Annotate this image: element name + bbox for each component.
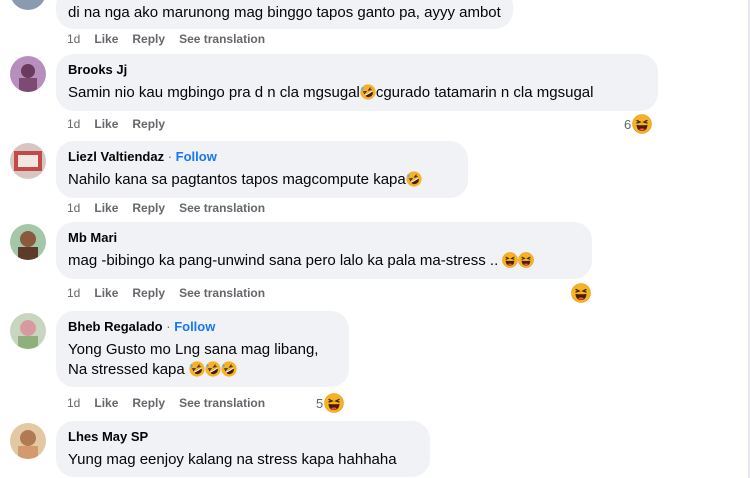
laughing-emoji-icon (632, 114, 652, 134)
comment-author[interactable]: Brooks Jj (68, 61, 646, 78)
follow-button[interactable]: Follow (174, 319, 215, 334)
reaction-count[interactable] (571, 283, 591, 303)
follow-button[interactable]: Follow (176, 149, 217, 164)
avatar[interactable] (10, 0, 46, 10)
see-translation-link[interactable]: See translation (179, 396, 265, 410)
comment-text: di na nga ako marunong mag binggo tapos … (68, 4, 501, 21)
like-button[interactable]: Like (94, 201, 118, 215)
laughing-emoji-icon (502, 252, 518, 268)
laughing-emoji-icon (221, 361, 237, 377)
laughing-emoji-icon (406, 171, 422, 187)
laughing-emoji-icon (360, 84, 376, 100)
comment-bubble: Bheb Regalado · Follow Yong Gusto mo Lng… (56, 311, 349, 387)
comment-actions: 1d Like Reply See translation (67, 31, 279, 47)
comment-text: mag -bibingo ka pang-unwind sana pero la… (68, 251, 580, 271)
comment-bubble: Brooks Jj Samin nio kau mgbingo pra d n … (56, 54, 658, 111)
see-translation-link[interactable]: See translation (179, 32, 265, 46)
comment-time[interactable]: 1d (67, 32, 80, 46)
avatar[interactable] (10, 224, 46, 260)
avatar[interactable] (10, 423, 46, 459)
avatar[interactable] (10, 143, 46, 179)
comment-text: Yong Gusto mo Lng sana mag libang, Na st… (68, 341, 319, 378)
laughing-emoji-icon (205, 361, 221, 377)
comment-text: Samin nio kau mgbingo pra d n cla mgsuga… (68, 84, 594, 101)
reply-button[interactable]: Reply (132, 117, 165, 131)
comment-actions: 1d Like Reply (67, 116, 179, 132)
comment-author[interactable]: Lhes May SP (68, 428, 418, 445)
comment-text: Nahilo kana sa pagtantos tapos magcomput… (68, 170, 456, 190)
comment-author[interactable]: Mb Mari (68, 229, 580, 246)
comment-author: Liezl Valtiendaz · Follow (68, 149, 217, 164)
see-translation-link[interactable]: See translation (179, 201, 265, 215)
reply-button[interactable]: Reply (132, 201, 165, 215)
comment-actions: 1d Like Reply See translation (67, 395, 279, 411)
reply-button[interactable]: Reply (132, 396, 165, 410)
avatar[interactable] (10, 313, 46, 349)
like-button[interactable]: Like (94, 117, 118, 131)
reply-button[interactable]: Reply (132, 286, 165, 300)
like-button[interactable]: Like (94, 286, 118, 300)
like-button[interactable]: Like (94, 396, 118, 410)
like-button[interactable]: Like (94, 32, 118, 46)
laughing-emoji-icon (571, 283, 591, 303)
comment-time[interactable]: 1d (67, 117, 80, 131)
comment-time[interactable]: 1d (67, 286, 80, 300)
comment-bubble: Mb Mari mag -bibingo ka pang-unwind sana… (56, 222, 592, 279)
comment-bubble: Liezl Valtiendaz · Follow Nahilo kana sa… (56, 141, 468, 198)
laughing-emoji-icon (518, 252, 534, 268)
comment-author: Bheb Regalado · Follow (68, 319, 216, 334)
laughing-emoji-icon (324, 393, 344, 413)
comment-actions: 1d Like Reply See translation (67, 285, 279, 301)
comment-bubble: Lhes May SP Yung mag eenjoy kalang na st… (56, 421, 430, 477)
laughing-emoji-icon (189, 361, 205, 377)
reaction-count[interactable]: 5 (316, 393, 344, 413)
comment-bubble: di na nga ako marunong mag binggo tapos … (56, 0, 513, 29)
see-translation-link[interactable]: See translation (179, 286, 265, 300)
avatar[interactable] (10, 56, 46, 92)
comment-time[interactable]: 1d (67, 396, 80, 410)
reply-button[interactable]: Reply (132, 32, 165, 46)
comment-text: Yung mag eenjoy kalang na stress kapa ha… (68, 451, 397, 468)
comment-time[interactable]: 1d (67, 201, 80, 215)
comment-actions: 1d Like Reply See translation (67, 200, 279, 216)
reaction-count[interactable]: 6 (624, 114, 652, 134)
